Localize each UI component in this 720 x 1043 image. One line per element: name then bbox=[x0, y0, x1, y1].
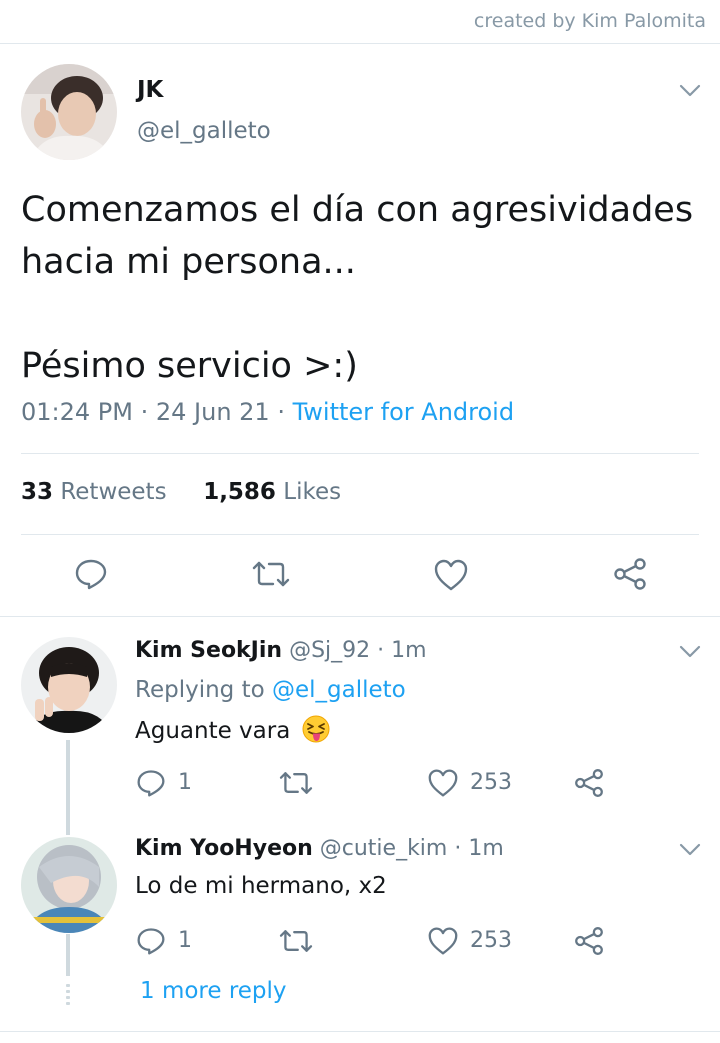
stats-divider bbox=[21, 534, 699, 535]
reply-author-name[interactable]: Kim SeokJin bbox=[135, 638, 282, 663]
top-divider bbox=[0, 43, 720, 44]
share-icon[interactable] bbox=[573, 926, 605, 956]
more-replies-link[interactable]: 1 more reply bbox=[140, 978, 287, 1004]
reply-text: Lo de mi hermano, x2 bbox=[135, 873, 387, 899]
replying-to-handle[interactable]: @el_galleto bbox=[272, 677, 406, 703]
tweet-bottom-divider bbox=[0, 616, 720, 617]
like-icon[interactable] bbox=[427, 768, 459, 798]
reply-icon[interactable] bbox=[74, 557, 108, 591]
share-icon[interactable] bbox=[573, 768, 605, 798]
chevron-down-icon[interactable] bbox=[679, 645, 701, 659]
reply-header: Kim YooHyeon @cutie_kim · 1m bbox=[135, 836, 504, 861]
share-icon[interactable] bbox=[612, 557, 648, 591]
retweet-icon[interactable] bbox=[251, 557, 291, 591]
author-handle[interactable]: @el_galleto bbox=[137, 118, 271, 144]
author-avatar[interactable] bbox=[21, 64, 117, 160]
reply-text: Aguante vara bbox=[135, 718, 291, 744]
likes-label[interactable]: Likes bbox=[283, 479, 341, 505]
squinting-tongue-emoji-icon bbox=[302, 715, 330, 743]
tweet-stats: 33 Retweets 1,586 Likes bbox=[21, 479, 341, 505]
likes-count[interactable]: 1,586 bbox=[203, 479, 276, 505]
thread-dots bbox=[66, 984, 70, 1008]
retweets-count[interactable]: 33 bbox=[21, 479, 53, 505]
replying-to: Replying to @el_galleto bbox=[135, 677, 406, 703]
reply-icon[interactable] bbox=[136, 768, 166, 798]
reply-avatar[interactable] bbox=[21, 637, 117, 733]
reply-count: 1 bbox=[178, 928, 192, 953]
thread-line bbox=[66, 740, 70, 835]
reply-count: 1 bbox=[178, 770, 192, 795]
meta-divider bbox=[21, 453, 699, 454]
like-icon[interactable] bbox=[433, 558, 469, 592]
chevron-down-icon[interactable] bbox=[679, 843, 701, 857]
reply-header: Kim SeokJin @Sj_92 · 1m bbox=[135, 638, 427, 663]
like-icon[interactable] bbox=[427, 926, 459, 956]
replying-to-prefix: Replying to bbox=[135, 677, 272, 703]
tweet-timestamp: 01:24 PM · 24 Jun 21 · bbox=[21, 398, 293, 426]
reply-text-line: Aguante vara bbox=[135, 715, 330, 744]
author-name[interactable]: JK bbox=[137, 77, 163, 103]
tweet-meta: 01:24 PM · 24 Jun 21 · Twitter for Andro… bbox=[21, 398, 514, 426]
reply-icon[interactable] bbox=[136, 926, 166, 956]
tweet-source-link[interactable]: Twitter for Android bbox=[293, 398, 514, 426]
bottom-divider bbox=[0, 1031, 720, 1032]
like-count: 253 bbox=[470, 770, 512, 795]
retweet-icon[interactable] bbox=[278, 926, 314, 956]
chevron-down-icon[interactable] bbox=[679, 84, 701, 98]
retweets-label[interactable]: Retweets bbox=[60, 479, 166, 505]
thread-line bbox=[66, 934, 70, 976]
reply-handle-time[interactable]: @cutie_kim · 1m bbox=[313, 836, 504, 861]
retweet-icon[interactable] bbox=[278, 768, 314, 798]
reply-avatar[interactable] bbox=[21, 837, 117, 933]
tweet-text: Comenzamos el día con agresividades haci… bbox=[21, 190, 694, 386]
credit-text: created by Kim Palomita bbox=[473, 10, 706, 32]
like-count: 253 bbox=[470, 928, 512, 953]
reply-author-name[interactable]: Kim YooHyeon bbox=[135, 836, 313, 861]
reply-handle-time[interactable]: @Sj_92 · 1m bbox=[282, 638, 427, 663]
